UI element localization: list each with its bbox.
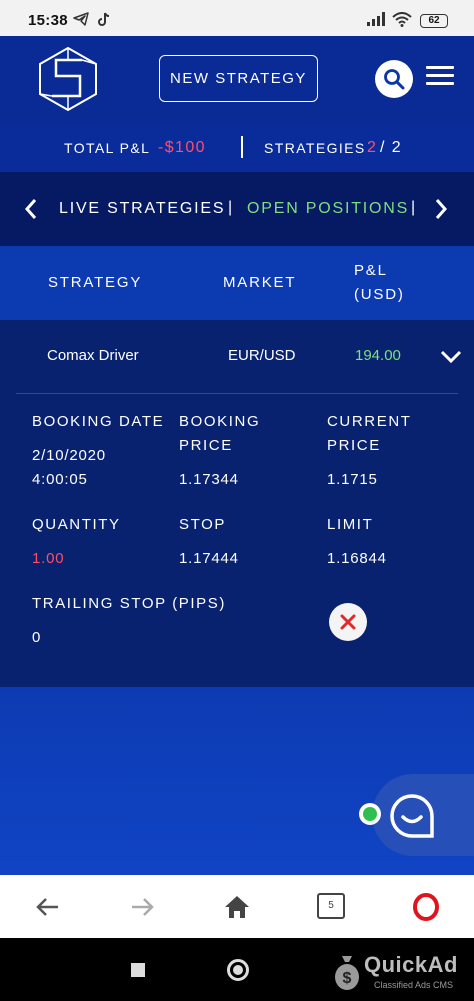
current-price-field: CURRENT PRICE 1.1715 <box>327 410 412 492</box>
limit-value: 1.16844 <box>327 550 387 567</box>
watermark-title: QuickAd <box>364 952 458 977</box>
header-strategy: STRATEGY <box>48 274 143 291</box>
tabs-bar: LIVE STRATEGIES | OPEN POSITIONS | <box>0 172 474 246</box>
close-position-button[interactable] <box>329 603 367 641</box>
stop-field: STOP 1.17444 <box>179 513 239 571</box>
home-button[interactable] <box>227 959 249 981</box>
tab-separator: | <box>411 199 417 216</box>
online-status-dot <box>359 803 381 825</box>
chevron-down-icon[interactable] <box>440 350 462 364</box>
chevron-right-icon[interactable] <box>434 198 448 220</box>
status-bar: 15:38 62 <box>0 0 474 36</box>
back-icon[interactable] <box>34 893 62 921</box>
header-market: MARKET <box>223 274 297 291</box>
total-pl-value: -$100 <box>158 139 206 156</box>
menu-icon[interactable] <box>426 66 454 88</box>
tabs-icon[interactable]: 5 <box>317 893 345 919</box>
wifi-icon <box>392 12 412 30</box>
logo-icon[interactable] <box>38 46 98 112</box>
header-pnl-unit: (USD) <box>354 286 405 303</box>
summary-bar: TOTAL P&L -$100 STRATEGIES 2 / 2 <box>0 124 474 172</box>
booking-price-label: BOOKING <box>179 413 261 430</box>
stop-value: 1.17444 <box>179 550 239 567</box>
header-pnl: P&L <box>354 262 388 279</box>
summary-divider <box>241 136 243 158</box>
trailing-stop-label: TRAILING STOP (PIPS) <box>32 595 226 612</box>
strategies-active-count: 2 <box>367 139 378 156</box>
booking-date-value: 2/10/2020 <box>32 447 106 464</box>
chat-icon[interactable] <box>389 793 435 839</box>
current-price-label-2: PRICE <box>327 437 381 454</box>
trailing-stop-field: TRAILING STOP (PIPS) 0 <box>32 592 226 650</box>
table-header: STRATEGY MARKET P&L (USD) <box>0 246 474 320</box>
strategies-label: STRATEGIES <box>264 140 366 156</box>
quantity-label: QUANTITY <box>32 516 121 533</box>
chevron-left-icon[interactable] <box>24 198 38 220</box>
trailing-stop-value: 0 <box>32 629 42 646</box>
stop-label: STOP <box>179 516 226 533</box>
current-price-label: CURRENT <box>327 413 412 430</box>
row-strategy: Comax Driver <box>47 347 139 364</box>
booking-date-label: BOOKING DATE <box>32 413 165 430</box>
svg-text:$: $ <box>343 970 352 987</box>
tab-separator: | <box>228 199 234 216</box>
strategies-total-count: / 2 <box>380 139 402 156</box>
recent-apps-button[interactable] <box>131 963 145 977</box>
row-market: EUR/USD <box>228 347 296 364</box>
limit-field: LIMIT 1.16844 <box>327 513 387 571</box>
current-price-value: 1.1715 <box>327 471 378 488</box>
app-header: NEW STRATEGY <box>0 36 474 124</box>
browser-toolbar: 5 <box>0 875 474 938</box>
moneybag-icon: $ <box>335 956 359 990</box>
home-icon[interactable] <box>223 893 251 921</box>
status-time: 15:38 <box>28 12 68 29</box>
booking-time-value: 4:00:05 <box>32 471 88 488</box>
opera-icon[interactable] <box>412 893 440 921</box>
row-divider <box>16 393 458 394</box>
telegram-icon <box>73 12 89 29</box>
limit-label: LIMIT <box>327 516 374 533</box>
signal-icon <box>367 12 387 29</box>
tab-open-positions[interactable]: OPEN POSITIONS <box>247 200 409 218</box>
android-navigation-bar: $ QuickAd Classified Ads CMS <box>0 938 474 1001</box>
battery-icon: 62 <box>420 14 448 28</box>
watermark-subtitle: Classified Ads CMS <box>374 980 454 990</box>
row-pnl: 194.00 <box>355 347 401 364</box>
watermark: $ QuickAd Classified Ads CMS <box>332 948 472 998</box>
search-button[interactable] <box>375 60 413 98</box>
quantity-field: QUANTITY 1.00 <box>32 513 121 571</box>
quantity-value: 1.00 <box>32 550 65 567</box>
booking-price-value: 1.17344 <box>179 471 239 488</box>
new-strategy-button[interactable]: NEW STRATEGY <box>159 55 318 102</box>
app-screen: NEW STRATEGY TOTAL P&L -$100 STRATEGIES … <box>0 36 474 875</box>
search-icon <box>384 69 405 90</box>
booking-price-label-2: PRICE <box>179 437 233 454</box>
close-icon <box>340 614 356 630</box>
total-pl-label: TOTAL P&L <box>64 140 151 156</box>
tab-live-strategies[interactable]: LIVE STRATEGIES <box>59 200 225 218</box>
booking-date-field: BOOKING DATE 2/10/2020 4:00:05 <box>32 410 164 492</box>
tiktok-icon <box>97 12 111 30</box>
forward-icon[interactable] <box>128 893 156 921</box>
booking-price-field: BOOKING PRICE 1.17344 <box>179 410 260 492</box>
